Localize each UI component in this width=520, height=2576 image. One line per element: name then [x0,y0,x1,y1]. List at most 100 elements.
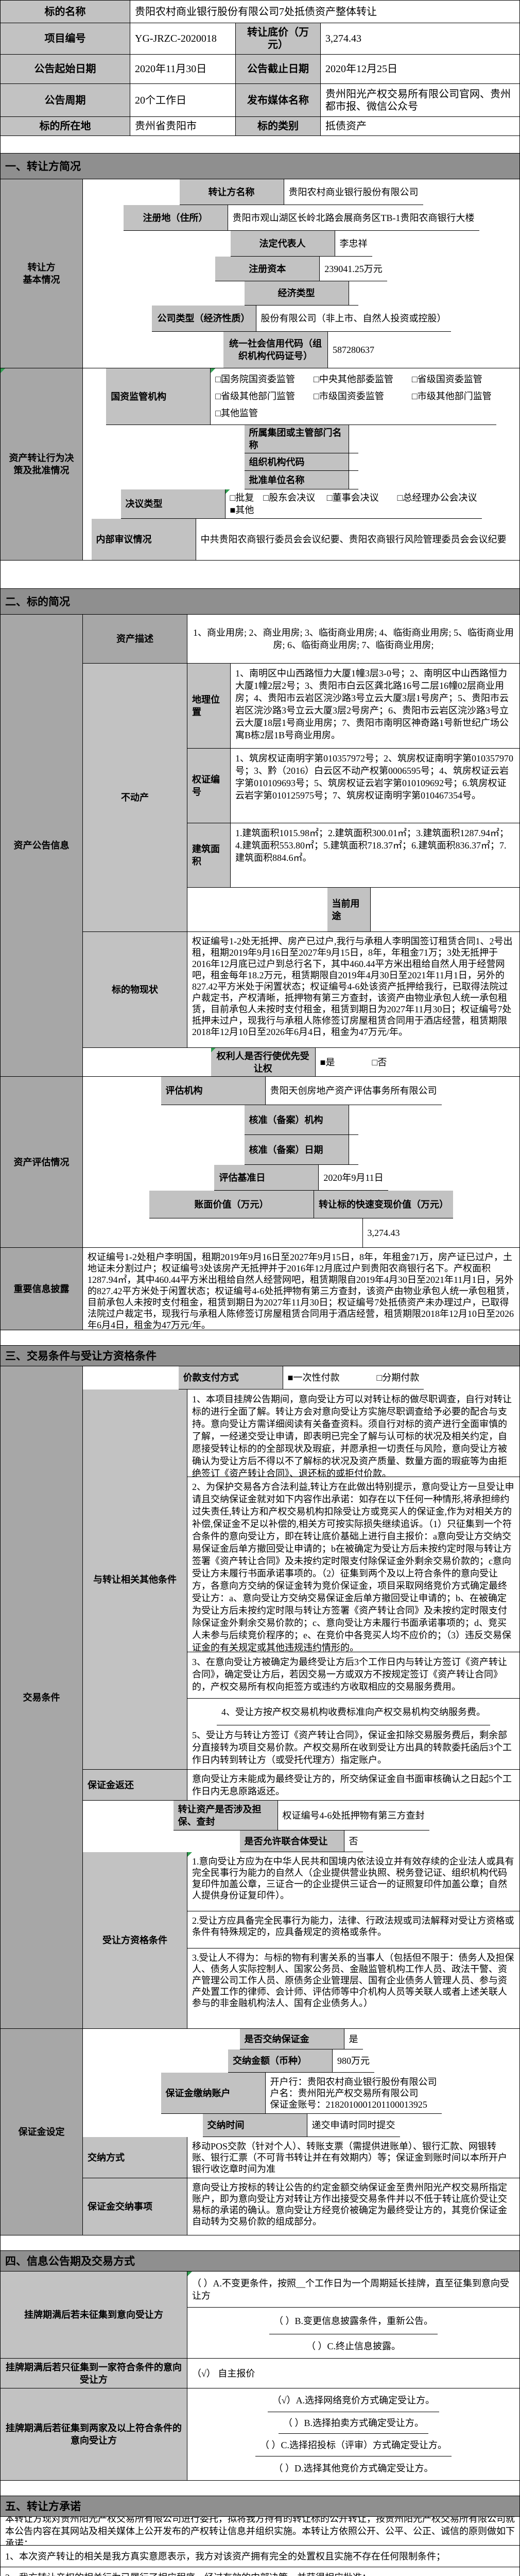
value-deposit-account-text: 开户行：贵阳农村商业银行股份有限公司 户名：贵州阳光产权交易所有限公司 保证金账… [270,2076,437,2110]
value-appraisal-agency-text: 贵阳天创房地产资产评估事务所有限公司 [270,1084,437,1097]
comment-marker-icon [211,1048,216,1053]
label-deposit-account: 保证金缴纳账户 [161,2073,266,2113]
value-asset-desc: 1、商业用房; 2、商业用房; 3、临街商业用房; 4、临街商业用房; 5、临街… [187,615,519,663]
value-option-extend: （ ）A.不变更条件，按照__个工作日为一个周期延长挂牌，直至征集到意向受让方 [187,2272,519,2307]
label-legal-rep-text: 法定代表人 [259,238,306,250]
label-internal-review: 内部审议情况 [92,519,196,560]
value-subject-name-text: 贵阳农村商业银行股份有限公司7处抵债资产整体转让 [135,6,377,18]
label-deposit-required-text: 是否交纳保证金 [245,2033,309,2045]
value-disclosure: 权证编号1-2处租户李明国，租期2019年9月16日至2027年9月15日，8年… [83,1248,519,1330]
value-guarantee-seizure-text: 权证编号4-6处抵押物有第三方查封 [283,1809,425,1822]
row-economy-type: 经济类型 [245,281,358,306]
label-current-use-text: 当前用途 [332,897,366,922]
value-consortium-text: 否 [349,1835,358,1848]
header-quick-value: 转让标的快速变现价值（万元） [314,1191,453,1218]
group-deposit: 保证金设定是否交纳保证金是交纳金额（币种）980万元保证金缴纳账户开户行：贵阳农… [1,2029,519,2235]
group-label-qualification-text: 受让方资格条件 [102,1934,167,1946]
label-deposit-amount-text: 交纳金额（币种） [233,2055,307,2067]
label-approval-agency: 核准（备案）机构 [245,1105,349,1134]
value-cert-no: 1、筑房权证南明字第010357972号；2、筑房权证南明字第010357970… [231,749,519,823]
group-label-asset-info: 资产公告信息 [1,615,83,1076]
value-condition-3-text: 3、在意向受让方被确定为最终受让方后3个工作日内与转让方签订《资产转让合同》，确… [192,1656,515,1693]
row-company-type: 公司类型（经济性质）股份有限公司（非上市、自然人投资或控股） [152,306,451,332]
value-deposit-terms: 意向受让方按标的转让公告的约定金额交纳保证金至贵州阳光产权交易所指定账户，即为意… [187,2178,519,2235]
label-notice-start-text: 公告起始日期 [34,63,96,75]
label-notice-end-text: 公告截止日期 [247,63,309,75]
label-credit-code-text: 统一社会信用代码（组织机构代码证号） [228,337,323,362]
comment-marker-icon [226,489,230,494]
group-realty: 不动产地理位置1、南明区中山西路恒力大厦1幢3层3-0号；2、南明区中山西路恒力… [83,664,519,932]
group-label-realty: 不动产 [83,664,187,931]
row-section-3: 三、交易条件与受让方资格条件 [1,1346,519,1366]
label-location: 标的所在地 [1,117,130,135]
value-qualification-2-text: 2.受让方应具备完全民事行为能力，法律、行政法规或司法解释对受让方资格或条件有特… [192,1915,515,1938]
group-transferor-basic: 转让方 基本情况转让方名称贵阳农村商业银行股份有限公司注册地（住所）贵阳市观山湖… [1,179,519,368]
row-condition-2: 2、为保护交易各方合法利益,转让方在此做出特别提示，意向受让方一旦受让申请且交纳… [187,1477,519,1652]
value-geo-location: 1、南明区中山西路恒力大厦1幢3层3-0号；2、南明区中山西路恒力大厦1幢2层2… [231,664,519,748]
label-payment-method-text: 价款支付方式 [183,1371,239,1384]
stack-trade-conditions: 价款支付方式■一次性付款 □分期付款与转让相关其他条件1、本项目挂牌公告期间，意… [83,1366,519,2028]
label-org-code-text: 组织机构代码 [249,456,305,468]
value-quick-value: 3,274.43 [363,1218,405,1247]
row-transferor-name: 转让方名称贵阳农村商业银行股份有限公司 [180,179,423,205]
value-group-dept [349,425,358,453]
label-one-transferee-text: 挂牌期满后若只征集到一家符合条件的意向受让方 [5,2361,182,2386]
label-category: 标的类别 [236,117,321,135]
row-qualification-3: 3.受让人不得为：与标的物有利害关系的当事人（包括但不限于：债务人及担保人、债务… [187,1948,519,2028]
value-media: 贵州阳光产权交易所有限公司官网、贵州都市报、微信公众号 [321,84,519,116]
value-option-change-text: （ ）B.变更信息披露条件，重新公告。 [274,2315,433,2327]
label-project-no-text: 项目编号 [45,32,86,45]
row-consortium: 是否允许联合体受让否 [240,1831,363,1852]
value-location-text: 贵州省贵阳市 [135,120,197,132]
stack-transferor-basic: 转让方名称贵阳农村商业银行股份有限公司注册地（住所） 贵阳市观山湖区长岭北路会展商… [83,179,519,368]
value-option-online-bidding-text: （√）A.选择网络竞价方式确定受让方。 [272,2394,435,2406]
value-asset-status-text: 权证编号1-2处无抵押、房产已过户,我行与承租人李明国签订租赁合同1、2号出租，… [192,936,515,1038]
label-reg-address-text: 注册地（住所） [143,212,208,224]
value-deposit-method-text: 移动POS交款（针对个人）、转账支票（需提供进账单）、银行汇款、网银转账、银行汇… [192,2141,515,2175]
value-option-auction-text: （ ）B.选择拍卖方式确定受让方。 [283,2417,424,2429]
label-reg-capital-text: 注册资本 [249,263,286,275]
row-option-auction: （ ）B.选择拍卖方式确定受让方。 [279,2412,428,2434]
label-resolution-type: 决议类型 [121,489,226,518]
label-deposit-refund: 保证金返还 [83,1770,187,1800]
label-reg-capital: 注册资本 [215,257,320,281]
label-disclosure-text: 重要信息披露 [14,1283,70,1295]
group-asset-info: 资产公告信息资产描述1、商业用房; 2、商业用房; 3、临街商业用房; 4、临街… [1,615,519,1077]
label-approval-unit: 批准单位名称 [245,471,349,489]
value-commitment-2: 2、我方转让产权的相关行为已履行了相应程序，经过有效的内部决策，并获得相应批准； [1,2567,519,2576]
value-approval-unit [349,471,358,489]
value-option-change: （ ）B.变更信息披露条件，重新公告。 [269,2308,438,2334]
value-appraisal-agency: 贵阳天创房地产资产评估事务所有限公司 [266,1077,442,1105]
value-payment-method-text: ■一次性付款 □分期付款 [288,1371,420,1384]
label-subject-name-text: 标的名称 [45,6,86,18]
row-condition-4: 4、受让方按产权交易机构收费标准向产权交易机构交纳服务费。 [217,1699,490,1725]
label-floor-price-text: 转让底价（万元） [240,26,316,51]
value-approval-agency [349,1105,358,1134]
row-option-change: （ ）B.变更信息披露条件，重新公告。 [269,2308,438,2334]
value-subject-name: 贵阳农村商业银行股份有限公司7处抵债资产整体转让 [130,1,519,23]
value-option-other-bidding: （ ）D.选择其他竞价方式确定受让方。 [269,2456,438,2480]
header-book-value: 账面价值（万元） [149,1191,314,1218]
value-reg-address-text: 贵阳市观山湖区长岭北路会展商务区TB-1贵阳农商银行大楼 [233,212,475,224]
row-one-transferee: 挂牌期满后若只征集到一家符合条件的意向受让方（√） 自主报价 [1,2359,519,2388]
group-qualification: 受让方资格条件1.意向受让方应为在中华人民共和国境内依法设立并有效存续的企业法人… [83,1852,519,2028]
value-floor-price-text: 3,274.43 [325,32,361,45]
stack-asset-info: 资产描述1、商业用房; 2、商业用房; 3、临街商业用房; 4、临街商业用房; … [83,615,519,1076]
value-option-terminate-text: （ ）C.终止信息披露。 [306,2340,401,2352]
value-company-type: 股份有限公司（非上市、自然人投资或控股） [256,306,451,331]
label-floor-price: 转让底价（万元） [236,23,321,54]
label-floor-area-text: 建筑面积 [192,843,226,868]
value-org-code [349,453,358,470]
value-category: 抵债资产 [321,117,519,135]
row-commitment-2: 2、我方转让产权的相关行为已履行了相应程序，经过有效的内部决策，并获得相应批准； [1,2567,519,2576]
row-current-use: 当前用途 [327,888,380,931]
value-approval-date [349,1135,358,1164]
label-floor-area: 建筑面积 [187,823,231,887]
group-label-other-conditions-text: 与转让相关其他条件 [93,1573,177,1586]
value-credit-code-text: 587280637 [333,344,374,356]
row-asset-desc: 资产描述1、商业用房; 2、商业用房; 3、临街商业用房; 4、临街商业用房; … [83,615,519,664]
value-commitment-intro-text: 本转让方现对贵州阳光产权交易所有限公司进行委托，拟将我方持有的转让标的公开转让，… [5,2517,515,2545]
section-title-3-text: 三、交易条件与受让方资格条件 [5,1350,157,1362]
row-gap-4 [1,2235,519,2251]
group-label-multi-transferee-text: 挂牌期满后若征集到两家及以上符合条件的意向受让方 [5,2422,182,2447]
